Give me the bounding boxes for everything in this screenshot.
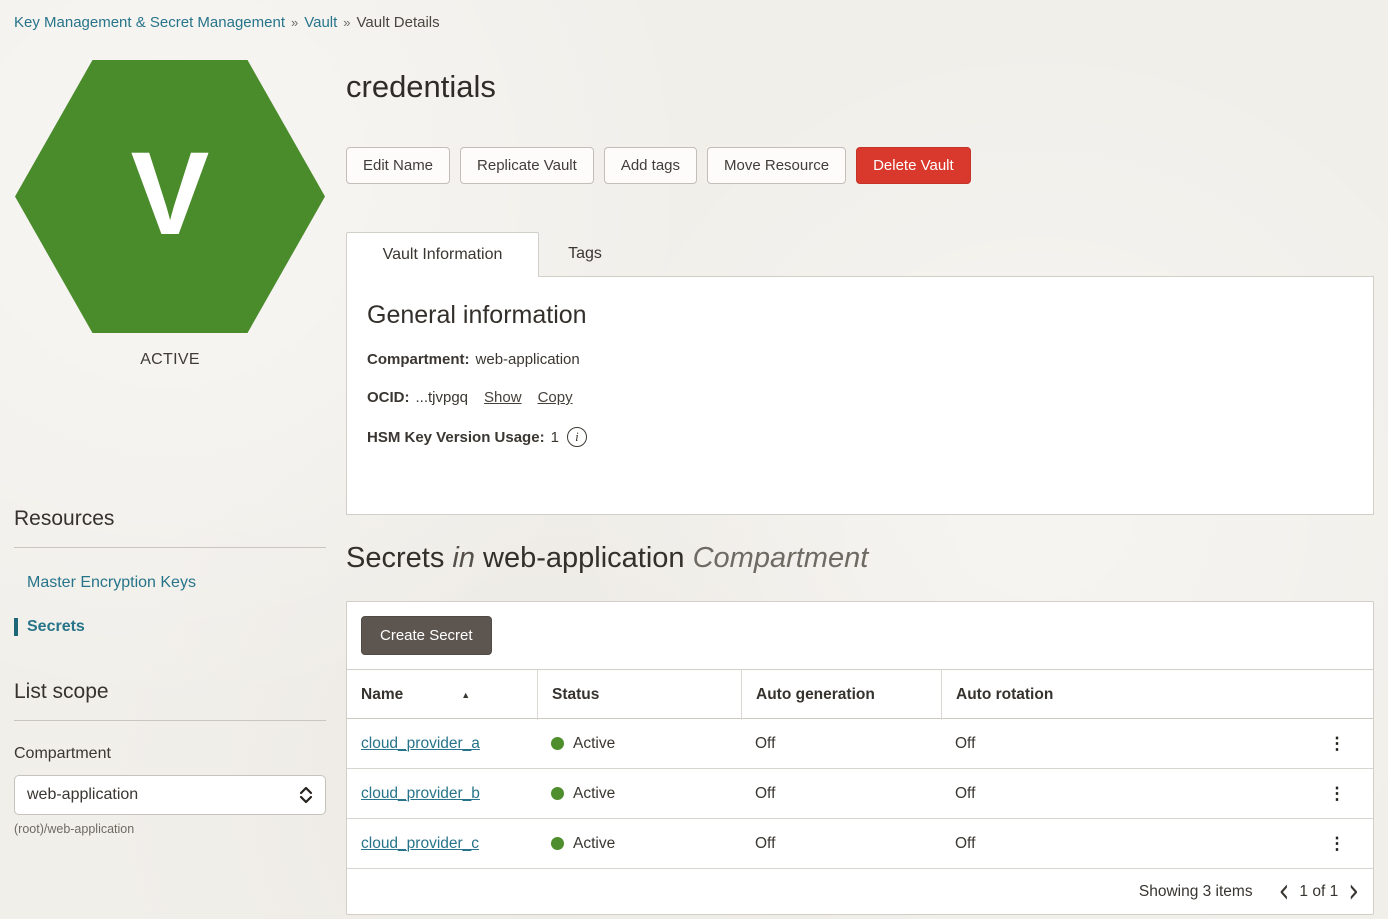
hsm-usage-value: 1 — [551, 429, 559, 446]
compartment-select-value: web-application — [27, 786, 138, 804]
status-label: Active — [573, 835, 615, 853]
column-header-status[interactable]: Status — [537, 670, 741, 720]
table-row: cloud_provider_b Active Off Off ⋮ — [347, 769, 1373, 819]
secret-name-link[interactable]: cloud_provider_c — [361, 835, 479, 853]
status-active-icon — [551, 787, 564, 800]
status-active-icon — [551, 737, 564, 750]
hsm-usage-row: HSM Key Version Usage: 1 i — [367, 427, 1353, 447]
vault-status-block: V ACTIVE — [14, 60, 326, 369]
ocid-row-label: OCID: — [367, 389, 410, 406]
vault-initial: V — [131, 135, 210, 253]
status-label: Active — [573, 735, 615, 753]
previous-page-icon[interactable]: ‹ — [1279, 875, 1290, 909]
divider — [14, 547, 326, 548]
vault-information-panel: General information Compartment: web-app… — [346, 277, 1374, 515]
compartment-select[interactable]: web-application — [14, 775, 326, 815]
tab-vault-information[interactable]: Vault Information — [346, 232, 539, 277]
ocid-row: OCID: ...tjvpgq Show Copy — [367, 389, 1353, 406]
table-row: cloud_provider_a Active Off Off ⋮ — [347, 719, 1373, 769]
secrets-heading-compartment-word: Compartment — [693, 542, 869, 574]
compartment-row: Compartment: web-application — [367, 351, 1353, 368]
status-label: Active — [573, 785, 615, 803]
divider — [14, 720, 326, 721]
secrets-heading-word: Secrets — [346, 542, 444, 574]
next-page-icon[interactable]: › — [1348, 875, 1359, 909]
secrets-section-heading: Secrets in web-application Compartment — [346, 542, 1374, 575]
auto-generation-value: Off — [741, 835, 941, 853]
main-content: credentials Edit Name Replicate Vault Ad… — [346, 31, 1388, 915]
create-secret-button[interactable]: Create Secret — [361, 616, 492, 655]
info-icon[interactable]: i — [567, 427, 587, 447]
compartment-row-label: Compartment: — [367, 351, 470, 368]
auto-generation-value: Off — [741, 735, 941, 753]
sort-ascending-icon: ▲ — [461, 690, 470, 700]
move-resource-button[interactable]: Move Resource — [707, 147, 846, 184]
table-row: cloud_provider_c Active Off Off ⋮ — [347, 819, 1373, 869]
secrets-table-card: Create Secret Name ▲ Status Auto generat… — [346, 601, 1374, 915]
delete-vault-button[interactable]: Delete Vault — [856, 147, 971, 184]
column-header-auto-rotation[interactable]: Auto rotation — [941, 670, 1301, 720]
auto-rotation-value: Off — [941, 785, 1301, 803]
secret-name-link[interactable]: cloud_provider_b — [361, 785, 480, 803]
row-kebab-menu-icon[interactable]: ⋮ — [1301, 784, 1373, 804]
tab-tags[interactable]: Tags — [539, 232, 631, 276]
auto-rotation-value: Off — [941, 835, 1301, 853]
row-kebab-menu-icon[interactable]: ⋮ — [1301, 734, 1373, 754]
column-header-name[interactable]: Name ▲ — [347, 670, 537, 720]
action-buttons-row: Edit Name Replicate Vault Add tags Move … — [346, 147, 1374, 184]
edit-name-button[interactable]: Edit Name — [346, 147, 450, 184]
hsm-usage-label: HSM Key Version Usage: — [367, 429, 545, 446]
auto-generation-value: Off — [741, 785, 941, 803]
ocid-copy-link[interactable]: Copy — [538, 389, 573, 406]
vault-hexagon-icon: V — [15, 60, 325, 333]
secrets-heading-in: in — [452, 542, 475, 574]
sidebar-item-secrets[interactable]: Secrets — [14, 618, 326, 636]
add-tags-button[interactable]: Add tags — [604, 147, 697, 184]
vault-status-label: ACTIVE — [140, 351, 200, 369]
sidebar-item-label[interactable]: Secrets — [18, 618, 85, 636]
select-updown-icon — [299, 785, 313, 805]
sidebar-item-master-encryption-keys[interactable]: Master Encryption Keys — [14, 574, 326, 592]
resources-section: Resources Master Encryption Keys Secrets — [14, 507, 346, 636]
tabs: Vault Information Tags — [346, 232, 1374, 277]
breadcrumb-vault-details: Vault Details — [357, 14, 440, 31]
list-scope-section: List scope Compartment web-application (… — [14, 680, 346, 836]
table-body: cloud_provider_a Active Off Off ⋮ cloud_… — [347, 719, 1373, 869]
page-indicator: 1 of 1 — [1299, 883, 1338, 901]
table-header-row: Name ▲ Status Auto generation Auto rotat… — [347, 669, 1373, 719]
auto-rotation-value: Off — [941, 735, 1301, 753]
breadcrumb-separator-icon: » — [343, 15, 350, 30]
resources-heading: Resources — [14, 507, 326, 531]
general-information-heading: General information — [367, 301, 1353, 330]
column-header-label: Name — [361, 686, 403, 704]
secrets-heading-compartment-name: web-application — [483, 542, 685, 574]
secret-name-link[interactable]: cloud_provider_a — [361, 735, 480, 753]
breadcrumb-separator-icon: » — [291, 15, 298, 30]
breadcrumb: Key Management & Secret Management » Vau… — [0, 0, 1388, 31]
showing-items-label: Showing 3 items — [1139, 883, 1253, 901]
breadcrumb-vault[interactable]: Vault — [304, 14, 337, 31]
table-footer: Showing 3 items ‹ 1 of 1 › — [347, 869, 1373, 914]
status-active-icon — [551, 837, 564, 850]
row-kebab-menu-icon[interactable]: ⋮ — [1301, 834, 1373, 854]
table-toolbar: Create Secret — [347, 602, 1373, 669]
replicate-vault-button[interactable]: Replicate Vault — [460, 147, 594, 184]
compartment-path: (root)/web-application — [14, 822, 326, 836]
sidebar: V ACTIVE Resources Master Encryption Key… — [0, 31, 346, 915]
ocid-row-value: ...tjvpgq — [416, 389, 469, 406]
compartment-row-value: web-application — [476, 351, 580, 368]
breadcrumb-key-management[interactable]: Key Management & Secret Management — [14, 14, 285, 31]
page-title: credentials — [346, 69, 1374, 105]
compartment-label: Compartment — [14, 745, 326, 763]
sidebar-item-label[interactable]: Master Encryption Keys — [14, 574, 196, 592]
column-header-auto-generation[interactable]: Auto generation — [741, 670, 941, 720]
pagination: ‹ 1 of 1 › — [1279, 878, 1359, 905]
ocid-show-link[interactable]: Show — [484, 389, 522, 406]
list-scope-heading: List scope — [14, 680, 326, 704]
